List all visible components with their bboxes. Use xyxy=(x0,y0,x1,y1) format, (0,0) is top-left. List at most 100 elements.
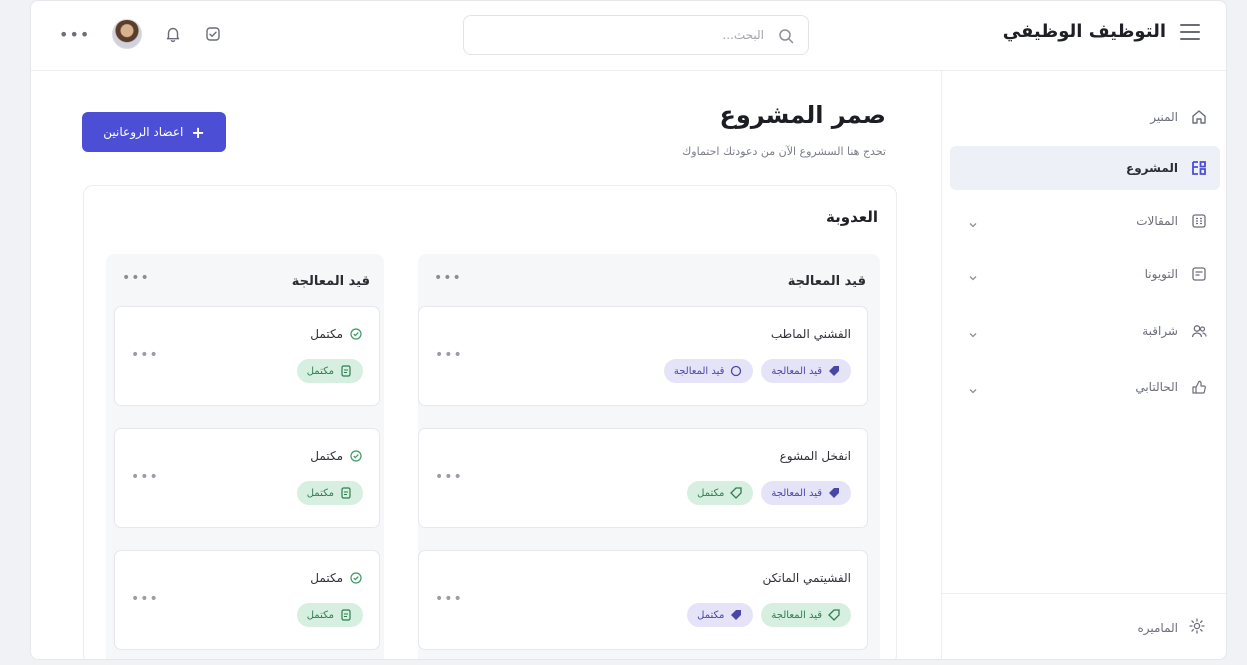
plus-icon: + xyxy=(191,122,205,142)
status-badge: قيد المعالجة xyxy=(761,359,851,383)
card-tags: قيد المعالجة مكتمل xyxy=(687,481,851,505)
brand: التوظيف الوظيفي xyxy=(1003,21,1200,42)
status-badge: قيد المعالجة xyxy=(663,359,754,383)
status-badge: مكتمل xyxy=(687,481,754,505)
sidebar-item-projects[interactable]: المشروع xyxy=(950,146,1220,190)
badge-label: مكتمل xyxy=(697,487,725,499)
app-title: التوظيف الوظيفي xyxy=(1002,21,1166,42)
more-icon[interactable]: ••• xyxy=(435,469,463,485)
new-project-label: اعضاد الروعانين xyxy=(103,125,184,139)
chevron-down-icon[interactable] xyxy=(968,381,978,394)
sidebar-item-label: الحالتابي xyxy=(1135,380,1178,394)
tag-icon xyxy=(828,609,840,621)
card-tags: مكتمل xyxy=(296,603,363,627)
sidebar-item-team[interactable]: شراقبة xyxy=(950,309,1220,353)
more-icon[interactable]: ••• xyxy=(131,591,159,607)
more-icon[interactable]: ••• xyxy=(435,347,463,363)
card-title: مكتمل xyxy=(310,571,363,585)
users-icon xyxy=(1190,322,1208,340)
sidebar-item-home[interactable]: المنير xyxy=(950,95,1220,139)
chevron-down-icon[interactable] xyxy=(968,325,978,338)
sidebar-item-label: المنير xyxy=(1150,110,1178,124)
grid-icon xyxy=(1190,212,1208,230)
badge-label: مكتمل xyxy=(697,609,725,621)
search-icon xyxy=(778,28,794,44)
column-title: قيد المعالجة xyxy=(787,274,866,289)
check-circle-icon xyxy=(350,572,362,584)
page-title: صمر المشروع xyxy=(719,101,886,129)
card-tags: قيد المعالجة قيد المعالجة xyxy=(663,359,851,383)
app-window: التوظيف الوظيفي ••• المنير xyxy=(30,0,1227,660)
more-icon[interactable]: ••• xyxy=(59,25,90,44)
sidebar-item-settings[interactable]: الماميره xyxy=(941,593,1226,659)
task-card[interactable]: مكتمل ••• مكتمل xyxy=(114,428,380,528)
card-tags: مكتمل xyxy=(296,481,363,505)
check-circle-icon xyxy=(350,450,362,462)
more-icon[interactable]: ••• xyxy=(131,347,159,363)
card-title: الفشني الماطب xyxy=(770,327,851,341)
kanban-board: العدوبة قيد المعالجة ••• الفشني الماطب •… xyxy=(83,185,897,659)
task-card[interactable]: انفخل المشوع ••• قيد المعالجة مكتمل xyxy=(418,428,868,528)
badge-label: قيد المعالجة xyxy=(771,487,822,499)
menu-icon[interactable] xyxy=(1180,23,1200,40)
task-card[interactable]: الفشني الماطب ••• قيد المعالجة قيد المعا… xyxy=(418,306,868,406)
task-card[interactable]: مكتمل ••• مكتمل xyxy=(114,306,380,406)
board-column: قيد المعالجة ••• الفشني الماطب ••• قيد ا… xyxy=(418,254,880,659)
sidebar-item-label: التويونا xyxy=(1144,267,1178,281)
badge-label: قيد المعالجة xyxy=(673,365,725,377)
sidebar: المنير المشروع المقالات التويونا شراقبة … xyxy=(941,71,1226,659)
home-icon xyxy=(1190,108,1208,126)
tasks-icon xyxy=(1190,159,1208,177)
status-badge: مكتمل xyxy=(296,359,363,383)
document-icon xyxy=(341,609,351,621)
chevron-down-icon[interactable] xyxy=(968,268,978,281)
card-tags: مكتمل xyxy=(296,359,363,383)
calendar-icon xyxy=(1190,265,1208,283)
more-icon[interactable]: ••• xyxy=(131,469,159,485)
sidebar-item-feedback[interactable]: الحالتابي xyxy=(950,365,1220,409)
new-project-button[interactable]: + اعضاد الروعانين xyxy=(82,112,226,152)
top-bar: التوظيف الوظيفي ••• xyxy=(31,1,1226,71)
more-icon[interactable]: ••• xyxy=(434,270,462,286)
card-tags: قيد المعالجة مكتمل xyxy=(687,603,851,627)
circle-icon xyxy=(731,365,742,377)
more-icon[interactable]: ••• xyxy=(435,591,463,607)
chevron-down-icon[interactable] xyxy=(968,215,978,228)
status-badge: قيد المعالجة xyxy=(761,481,851,505)
sidebar-item-articles[interactable]: المقالات xyxy=(950,199,1220,243)
bell-icon[interactable] xyxy=(164,25,182,43)
document-icon xyxy=(341,487,351,499)
top-actions: ••• xyxy=(59,19,222,49)
column-title: قيد المعالجة xyxy=(291,274,370,289)
badge-label: قيد المعالجة xyxy=(771,609,822,621)
checklist-icon[interactable] xyxy=(204,25,222,43)
tag-icon xyxy=(731,610,742,620)
task-card[interactable]: مكتمل ••• مكتمل xyxy=(114,550,380,650)
status-badge: مكتمل xyxy=(296,603,363,627)
card-title: مكتمل xyxy=(310,449,363,463)
search-box[interactable] xyxy=(463,15,809,55)
status-badge: مكتمل xyxy=(296,481,363,505)
gear-icon xyxy=(1188,617,1206,639)
tag-icon xyxy=(829,488,839,498)
card-title: مكتمل xyxy=(310,327,363,341)
card-title-text: مكتمل xyxy=(310,449,343,463)
card-title: انفخل المشوع xyxy=(779,449,851,463)
board-title: العدوبة xyxy=(826,208,878,226)
tag-icon xyxy=(829,366,839,376)
sidebar-item-label: الماميره xyxy=(1137,620,1178,635)
tag-icon xyxy=(730,487,743,499)
badge-label: مكتمل xyxy=(306,487,334,499)
card-title: الفشيتمي الماتكن xyxy=(762,571,851,585)
task-card[interactable]: الفشيتمي الماتكن ••• قيد المعالجة مكتمل xyxy=(418,550,868,650)
search-input[interactable] xyxy=(474,16,764,54)
card-title-text: مكتمل xyxy=(310,327,343,341)
badge-label: مكتمل xyxy=(306,609,334,621)
card-title-text: مكتمل xyxy=(310,571,343,585)
badge-label: قيد المعالجة xyxy=(771,365,822,377)
avatar[interactable] xyxy=(112,19,143,49)
sidebar-item-calendar[interactable]: التويونا xyxy=(950,252,1220,296)
board-column: قيد المعالجة ••• مكتمل ••• مكتمل مكتمل •… xyxy=(106,254,384,659)
page-subtitle: تحدج هنا السشروع الآن من دعودتك احتماوك xyxy=(682,145,886,158)
more-icon[interactable]: ••• xyxy=(122,270,150,286)
